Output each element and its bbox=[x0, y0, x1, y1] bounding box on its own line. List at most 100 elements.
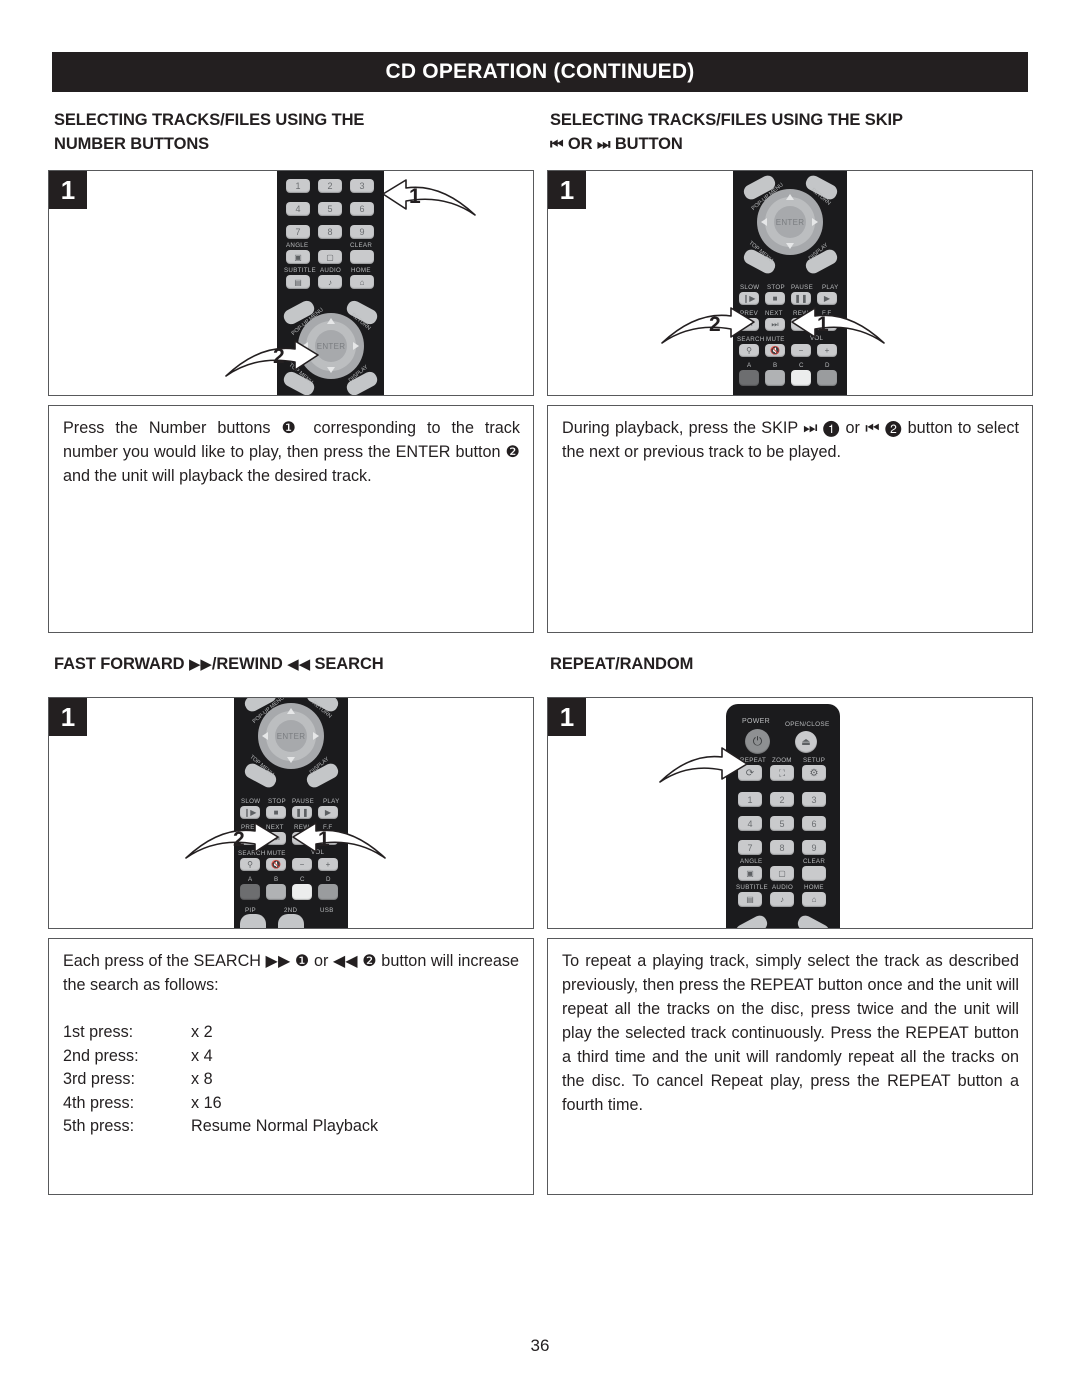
remote-key-subtitle: ▤ bbox=[286, 275, 310, 289]
remote-label-zoom: ZOOM bbox=[772, 757, 792, 764]
remote-label-pause: PAUSE bbox=[292, 798, 315, 805]
remote-key-2: 2 bbox=[318, 179, 342, 193]
description-box-repeat-random: To repeat a playing track, simply select… bbox=[547, 938, 1033, 1195]
remote-key-6: 6 bbox=[350, 202, 374, 216]
press-label: 5th press: bbox=[63, 1117, 135, 1135]
remote-label-pip: PIP bbox=[245, 907, 256, 914]
remote-illustration-search: POP-UP MENU RETURN TOP MENU DISPLAY ENTE… bbox=[234, 698, 348, 928]
remote-label-power: POWER bbox=[742, 718, 770, 725]
remote-key-6: 6 bbox=[802, 816, 826, 831]
remote-key-b bbox=[266, 884, 286, 900]
remote-nav-right-icon bbox=[812, 218, 818, 226]
remote-key-a bbox=[739, 370, 759, 386]
skip-next-icon: ⏭ bbox=[596, 135, 611, 153]
remote-label-home: HOME bbox=[351, 267, 371, 274]
press-label: 3rd press: bbox=[63, 1070, 135, 1088]
remote-key-home: ⌂ bbox=[350, 275, 374, 289]
remote-label-subtitle: SUBTITLE bbox=[284, 267, 316, 274]
remote-key-audio: ♪ bbox=[770, 892, 794, 907]
remote-label-a: A bbox=[248, 876, 253, 883]
step-badge: 1 bbox=[548, 171, 586, 209]
remote-key-7: 7 bbox=[738, 840, 762, 855]
remote-key-2: 2 bbox=[770, 792, 794, 807]
remote-key-pip bbox=[240, 914, 266, 928]
remote-label-clear: CLEAR bbox=[803, 858, 826, 865]
remote-label-audio: AUDIO bbox=[320, 267, 342, 274]
remote-label-usb: USB bbox=[320, 907, 334, 914]
heading-line-2: NUMBER BUTTONS bbox=[54, 135, 210, 153]
callout-arrow-2: 2 bbox=[177, 815, 282, 863]
table-row: 1st press: x 2 bbox=[63, 1021, 378, 1045]
remote-label-subtitle: SUBTITLE bbox=[736, 884, 768, 891]
remote-label-a: A bbox=[747, 362, 752, 369]
remote-nav-left-icon bbox=[761, 218, 767, 226]
remote-key-clear bbox=[802, 866, 826, 881]
description-text: To repeat a playing track, simply select… bbox=[562, 952, 1019, 1114]
remote-key-setup: ⚙ bbox=[802, 765, 826, 781]
remote-key-zoom: ⛶ bbox=[770, 765, 794, 781]
section-heading-number-buttons: SELECTING TRACKS/FILES USING THE NUMBER … bbox=[54, 108, 524, 156]
remote-key-subtitle: ▤ bbox=[738, 892, 762, 907]
remote-key-enter: ENTER bbox=[774, 206, 806, 238]
table-row: 5th press: Resume Normal Playback bbox=[63, 1115, 378, 1139]
remote-key-mute: 🔇 bbox=[765, 344, 785, 357]
remote-key-a bbox=[240, 884, 260, 900]
remote-nav-left-icon bbox=[262, 732, 268, 740]
heading-prefix: FAST FORWARD bbox=[54, 655, 185, 673]
section-heading-skip-button: SELECTING TRACKS/FILES USING THE SKIP ⏮ … bbox=[550, 108, 1035, 156]
skip-prev-icon: ⏮ bbox=[550, 135, 564, 153]
remote-key-8: 8 bbox=[770, 840, 794, 855]
remote-key-7: 7 bbox=[286, 225, 310, 239]
remote-nav-down-icon bbox=[786, 243, 794, 249]
remote-key-3: 3 bbox=[802, 792, 826, 807]
remote-illustration-transport: POP-UP MENU RETURN TOP MENU DISPLAY ENTE… bbox=[733, 171, 847, 395]
remote-key-1: 1 bbox=[738, 792, 762, 807]
remote-label-clear: CLEAR bbox=[350, 242, 373, 249]
remote-label-c: C bbox=[799, 362, 804, 369]
page-number: 36 bbox=[530, 1336, 550, 1355]
callout-arrow-1: 1 bbox=[788, 300, 893, 348]
page-title: CD OPERATION (CONTINUED) bbox=[385, 60, 695, 83]
remote-key-enter: ENTER bbox=[275, 720, 307, 752]
remote-key-audio: ♪ bbox=[318, 275, 342, 289]
callout-number-2: 2 bbox=[273, 345, 285, 368]
rewind-icon: ◀◀ bbox=[287, 655, 311, 673]
step-badge: 1 bbox=[49, 171, 87, 209]
description-box-number-buttons: Press the Number buttons ❶ corresponding… bbox=[48, 405, 534, 633]
remote-label-play: PLAY bbox=[323, 798, 340, 805]
callout-number-2: 2 bbox=[709, 313, 721, 336]
remote-label-2nd: 2ND bbox=[284, 907, 298, 914]
remote-key-9: 9 bbox=[802, 840, 826, 855]
remote-label-angle: ANGLE bbox=[286, 242, 309, 249]
remote-nav-right-icon bbox=[313, 732, 319, 740]
description-box-search: Each press of the SEARCH ▶▶ ❶ or ◀◀ ❷ bu… bbox=[48, 938, 534, 1195]
press-label: 1st press: bbox=[63, 1023, 134, 1041]
description-text: Each press of the SEARCH ▶▶ ❶ or ◀◀ ❷ bu… bbox=[63, 952, 519, 994]
illustration-number-buttons: 1 1 2 3 4 5 6 7 8 9 ANGLE CLEAR ▣ ▢ SUBT… bbox=[48, 170, 534, 396]
remote-key-1: 1 bbox=[286, 179, 310, 193]
heading-line-1: SELECTING TRACKS/FILES USING THE bbox=[54, 111, 365, 129]
illustration-repeat-button: 1 POWER OPEN/CLOSE ⏻ ⏏ REPEAT ZOOM SETUP… bbox=[547, 697, 1033, 929]
remote-key-8: 8 bbox=[318, 225, 342, 239]
remote-label-slow: SLOW bbox=[740, 284, 760, 291]
remote-key-return bbox=[795, 913, 832, 928]
remote-key-c bbox=[791, 370, 811, 386]
callout-arrow-2: 2 bbox=[217, 331, 322, 379]
press-value: x 8 bbox=[191, 1070, 213, 1088]
callout-number-1: 1 bbox=[409, 185, 421, 208]
remote-key-4: 4 bbox=[286, 202, 310, 216]
remote-key-home: ⌂ bbox=[802, 892, 826, 907]
remote-key-d bbox=[318, 884, 338, 900]
remote-label-stop: STOP bbox=[268, 798, 286, 805]
description-box-skip-buttons: During playback, press the SKIP ⏭ ❶ or ⏮… bbox=[547, 405, 1033, 633]
press-value: x 16 bbox=[191, 1093, 222, 1112]
step-badge: 1 bbox=[49, 698, 87, 736]
remote-nav-up-icon bbox=[287, 708, 295, 714]
remote-key-c bbox=[292, 884, 312, 900]
heading-or: OR bbox=[567, 135, 593, 153]
remote-label-d: D bbox=[825, 362, 830, 369]
remote-nav-up-icon bbox=[327, 318, 335, 324]
remote-nav-down-icon bbox=[287, 757, 295, 763]
remote-key-5: 5 bbox=[318, 202, 342, 216]
remote-key-d bbox=[817, 370, 837, 386]
